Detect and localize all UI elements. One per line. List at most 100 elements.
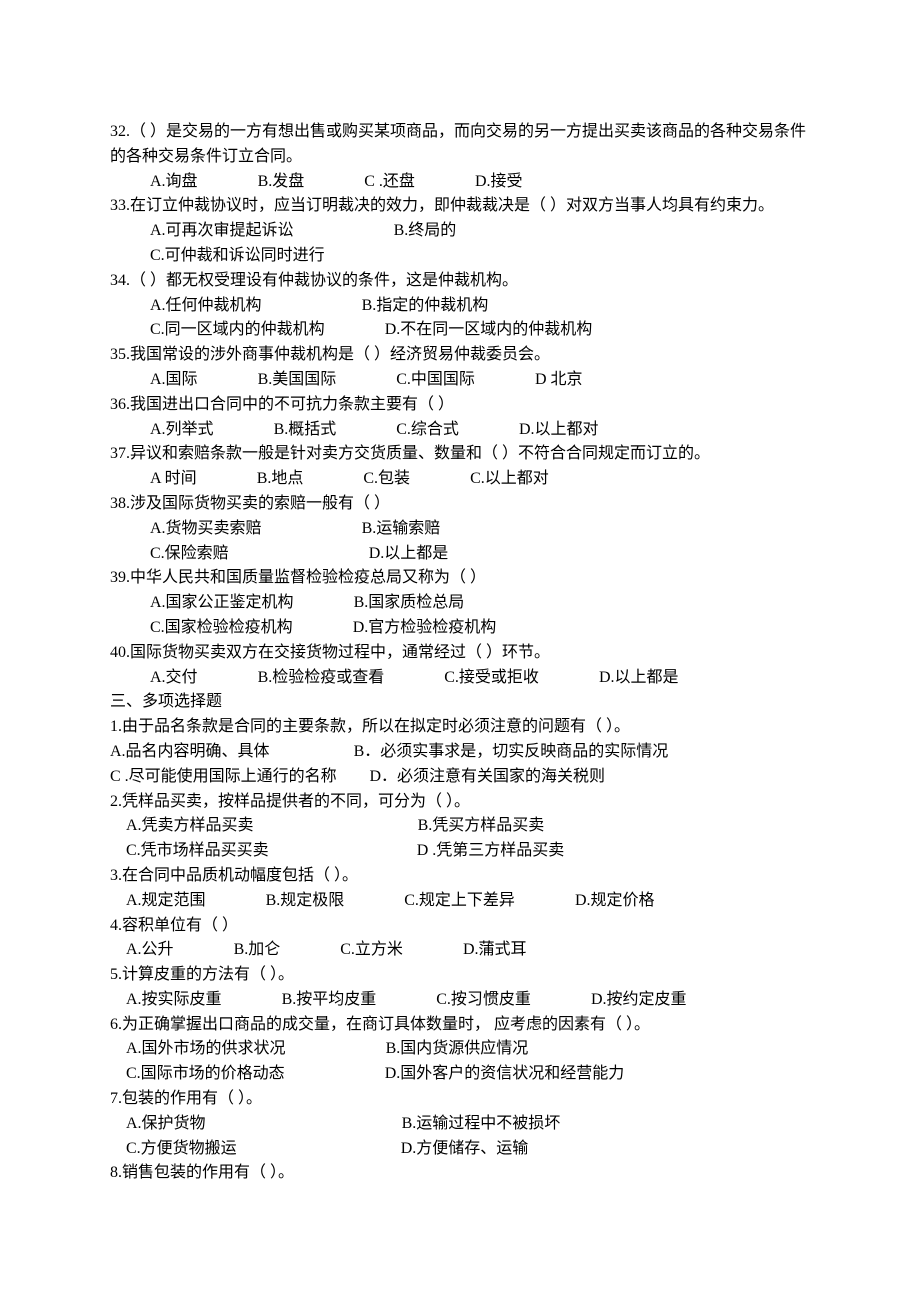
m5-c: C.按习惯皮重 — [436, 991, 531, 1008]
m3-a: A.规定范围 — [126, 892, 206, 909]
m2-a: A.凭卖方样品买卖 — [126, 817, 254, 834]
q38-d: D.以上都是 — [369, 545, 449, 562]
m4-options: A.公升 B.加仑 C.立方米 D.蒲式耳 — [110, 938, 810, 963]
q36-c: C.综合式 — [396, 421, 459, 438]
q36-b: B.概括式 — [274, 421, 337, 438]
q39-a: A.国家公正鉴定机构 — [150, 594, 294, 611]
m6-options-2: C.国际市场的价格动态 D.国外客户的资信状况和经营能力 — [110, 1062, 810, 1087]
m2-options-2: C.凭市场样品买买卖 D .凭第三方样品买卖 — [110, 839, 810, 864]
q40-a: A.交付 — [150, 669, 198, 686]
m6-d: D.国外客户的资信状况和经营能力 — [385, 1065, 625, 1082]
m5-b: B.按平均皮重 — [282, 991, 377, 1008]
q33-text: 33.在订立仲裁协议时，应当订明裁决的效力，即仲裁裁决是（ ）对双方当事人均具有… — [110, 194, 810, 219]
m5-options: A.按实际皮重 B.按平均皮重 C.按习惯皮重 D.按约定皮重 — [110, 988, 810, 1013]
q39-options-1: A.国家公正鉴定机构 B.国家质检总局 — [110, 591, 810, 616]
m1-d: D．必须注意有关国家的海关税则 — [369, 768, 605, 785]
q36-text: 36.我国进出口合同中的不可抗力条款主要有（ ） — [110, 393, 810, 418]
q33-options-1: A.可再次审提起诉讼 B.终局的 — [110, 219, 810, 244]
m7-b: B.运输过程中不被损坏 — [402, 1115, 561, 1132]
m7-d: D.方便储存、运输 — [401, 1140, 529, 1157]
q40-c: C.接受或拒收 — [444, 669, 539, 686]
q33-b: B.终局的 — [394, 222, 457, 239]
q32-text: 32.（ ）是交易的一方有想出售或购买某项商品，而向交易的另一方提出买卖该商品的… — [110, 120, 810, 170]
m3-c: C.规定上下差异 — [404, 892, 515, 909]
m5-text: 5.计算皮重的方法有（ ）。 — [110, 963, 810, 988]
m4-d: D.蒲式耳 — [463, 941, 527, 958]
q36-options: A.列举式 B.概括式 C.综合式 D.以上都对 — [110, 418, 810, 443]
m3-b: B.规定极限 — [266, 892, 345, 909]
m2-c: C.凭市场样品买买卖 — [126, 842, 269, 859]
m1-text: 1.由于品名条款是合同的主要条款，所以在拟定时必须注意的问题有（ ）。 — [110, 715, 810, 740]
m1-b: B．必须实事求是，切实反映商品的实际情况 — [354, 743, 669, 760]
m6-text: 6.为正确掌握出口商品的成交量，在商订具体数量时， 应考虑的因素有（ ）。 — [110, 1013, 810, 1038]
q39-text: 39.中华人民共和国质量监督检验检疫总局又称为（ ） — [110, 566, 810, 591]
m6-a: A.国外市场的供求状况 — [126, 1040, 286, 1057]
q35-d: D 北京 — [535, 371, 583, 388]
m4-a: A.公升 — [126, 941, 174, 958]
q34-b: B.指定的仲裁机构 — [362, 297, 489, 314]
q39-options-2: C.国家检验检疫机构 D.官方检验检疫机构 — [110, 616, 810, 641]
q35-a: A.国际 — [150, 371, 198, 388]
q37-b: B.地点 — [257, 470, 304, 487]
q33-c: C.可仲裁和诉讼同时进行 — [150, 247, 325, 264]
q34-d: D.不在同一区域内的仲裁机构 — [385, 321, 593, 338]
q40-b: B.检验检疫或查看 — [258, 669, 385, 686]
q39-c: C.国家检验检疫机构 — [150, 619, 293, 636]
m5-a: A.按实际皮重 — [126, 991, 222, 1008]
m4-text: 4.容积单位有（ ） — [110, 914, 810, 939]
q36-a: A.列举式 — [150, 421, 214, 438]
m6-b: B.国内货源供应情况 — [386, 1040, 529, 1057]
m2-b: B.凭买方样品买卖 — [418, 817, 545, 834]
q40-text: 40.国际货物买卖双方在交接货物过程中，通常经过（ ）环节。 — [110, 641, 810, 666]
q32-options: A.询盘 B.发盘 C .还盘 D.接受 — [110, 170, 810, 195]
q34-a: A.任何仲裁机构 — [150, 297, 262, 314]
q38-b: B.运输索赔 — [362, 520, 441, 537]
m3-d: D.规定价格 — [575, 892, 655, 909]
q38-a: A.货物买卖索赔 — [150, 520, 262, 537]
q34-text: 34.（ ）都无权受理设有仲裁协议的条件，这是仲裁机构。 — [110, 269, 810, 294]
m2-d: D .凭第三方样品买卖 — [417, 842, 565, 859]
q33-options-2: C.可仲裁和诉讼同时进行 — [110, 244, 810, 269]
q39-d: D.官方检验检疫机构 — [353, 619, 497, 636]
m2-options-1: A.凭卖方样品买卖 B.凭买方样品买卖 — [110, 814, 810, 839]
q38-options-1: A.货物买卖索赔 B.运输索赔 — [110, 517, 810, 542]
m7-a: A.保护货物 — [126, 1115, 206, 1132]
q37-d: C.以上都对 — [470, 470, 549, 487]
q37-options: A 时间 B.地点 C.包装 C.以上都对 — [110, 467, 810, 492]
q37-a: A 时间 — [150, 470, 197, 487]
q40-d: D.以上都是 — [599, 669, 679, 686]
q34-c: C.同一区域内的仲裁机构 — [150, 321, 325, 338]
q35-c: C.中国国际 — [396, 371, 475, 388]
q32-a: A.询盘 — [150, 173, 198, 190]
q37-c: C.包装 — [363, 470, 410, 487]
m3-options: A.规定范围 B.规定极限 C.规定上下差异 D.规定价格 — [110, 889, 810, 914]
m6-options-1: A.国外市场的供求状况 B.国内货源供应情况 — [110, 1037, 810, 1062]
m8-text: 8.销售包装的作用有（ ）。 — [110, 1161, 810, 1186]
q38-options-2: C.保险索赔 D.以上都是 — [110, 542, 810, 567]
q38-c: C.保险索赔 — [150, 545, 229, 562]
q39-b: B.国家质检总局 — [354, 594, 465, 611]
q32-d: D.接受 — [475, 173, 523, 190]
m1-c: C .尽可能使用国际上通行的名称 — [110, 768, 337, 785]
m7-options-1: A.保护货物 B.运输过程中不被损坏 — [110, 1112, 810, 1137]
m1-options-1: A.品名内容明确、具体 B．必须实事求是，切实反映商品的实际情况 — [110, 740, 810, 765]
q36-d: D.以上都对 — [519, 421, 599, 438]
q38-text: 38.涉及国际货物买卖的索赔一般有（ ） — [110, 492, 810, 517]
m6-c: C.国际市场的价格动态 — [126, 1065, 285, 1082]
section-3-heading: 三、多项选择题 — [110, 690, 810, 715]
m7-c: C.方便货物搬运 — [126, 1140, 237, 1157]
m3-text: 3.在合同中品质机动幅度包括（ ）。 — [110, 864, 810, 889]
m5-d: D.按约定皮重 — [591, 991, 687, 1008]
q32-c: C .还盘 — [364, 173, 415, 190]
q35-b: B.美国国际 — [258, 371, 337, 388]
m4-c: C.立方米 — [340, 941, 403, 958]
m1-options-2: C .尽可能使用国际上通行的名称 D．必须注意有关国家的海关税则 — [110, 765, 810, 790]
m7-options-2: C.方便货物搬运 D.方便储存、运输 — [110, 1137, 810, 1162]
m1-a: A.品名内容明确、具体 — [110, 743, 270, 760]
q35-text: 35.我国常设的涉外商事仲裁机构是（ ）经济贸易仲裁委员会。 — [110, 343, 810, 368]
q35-options: A.国际 B.美国国际 C.中国国际 D 北京 — [110, 368, 810, 393]
q34-options-1: A.任何仲裁机构 B.指定的仲裁机构 — [110, 294, 810, 319]
q33-a: A.可再次审提起诉讼 — [150, 222, 294, 239]
q40-options: A.交付 B.检验检疫或查看 C.接受或拒收 D.以上都是 — [110, 666, 810, 691]
q37-text: 37.异议和索赔条款一般是针对卖方交货质量、数量和（ ）不符合合同规定而订立的。 — [110, 442, 810, 467]
